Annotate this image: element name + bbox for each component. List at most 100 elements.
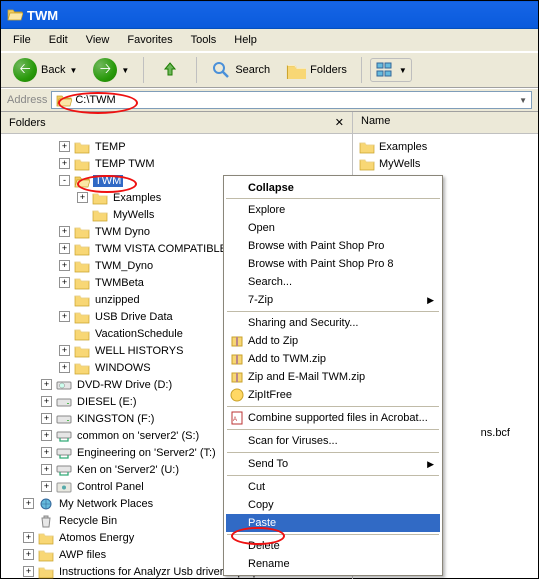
menu-favorites[interactable]: Favorites [121,32,178,48]
ctx-item-open[interactable]: Open [226,219,440,237]
svg-text:A: A [233,417,237,423]
menu-view[interactable]: View [80,32,116,48]
recycle-icon [38,514,54,528]
tree-node[interactable]: +TEMP [5,138,352,155]
folder-icon [74,140,90,154]
expand-icon[interactable]: + [41,430,52,441]
expand-icon[interactable]: + [23,549,34,560]
collapse-icon[interactable]: - [59,175,70,186]
expand-icon[interactable]: + [59,158,70,169]
control-icon [56,480,72,494]
expand-icon[interactable]: + [23,498,34,509]
folder-icon [74,310,90,324]
expand-icon[interactable]: + [59,277,70,288]
ctx-item-send-to[interactable]: Send To▶ [226,455,440,473]
ctx-separator [227,429,439,430]
ctx-item-zip-and-e-mail-twm-zip[interactable]: Zip and E-Mail TWM.zip [226,368,440,386]
list-item[interactable]: Examples [359,138,532,155]
toolbar: 🡠 Back ▼ 🡢 ▼ Search Folders ▼ [1,52,538,88]
expand-icon[interactable]: + [59,226,70,237]
back-button[interactable]: 🡠 Back ▼ [7,55,83,85]
expand-icon[interactable]: + [59,243,70,254]
menu-edit[interactable]: Edit [43,32,74,48]
folder-icon [92,191,108,205]
expand-icon[interactable]: + [77,192,88,203]
zip-icon [229,351,245,367]
ctx-separator [227,475,439,476]
tree-node-label: common on 'server2' (S:) [75,430,201,442]
column-header-name[interactable]: Name [353,112,538,134]
folder-icon [74,157,90,171]
ctx-item-add-to-twm-zip[interactable]: Add to TWM.zip [226,350,440,368]
expand-icon[interactable]: + [41,447,52,458]
close-pane-button[interactable]: ✕ [335,116,344,129]
folder-icon [92,208,108,222]
views-button[interactable]: ▼ [370,58,412,82]
list-item[interactable]: MyWells [359,155,532,172]
folder-icon [74,259,90,273]
context-menu: CollapseExploreOpenBrowse with Paint Sho… [223,175,443,576]
address-label: Address [7,94,47,106]
ctx-item-scan-for-viruses[interactable]: Scan for Viruses... [226,432,440,450]
tree-node-label: Atomos Energy [57,532,136,544]
folder-icon [74,293,90,307]
ctx-item-zipitfree[interactable]: ZipItFree [226,386,440,404]
spacer [77,209,88,220]
folders-button[interactable]: Folders [280,58,353,82]
views-icon [375,61,395,79]
ctx-item-combine-supported-files-in-acrobat[interactable]: ACombine supported files in Acrobat... [226,409,440,427]
expand-icon[interactable]: + [41,464,52,475]
search-icon [211,60,231,80]
ctx-item-search[interactable]: Search... [226,273,440,291]
tree-node-label: TWM Dyno [93,226,152,238]
ctx-item-rename[interactable]: Rename [226,555,440,573]
ctx-separator [227,534,439,535]
search-button[interactable]: Search [205,57,276,83]
tree-node-label: Examples [111,192,163,204]
folder-open-icon [74,174,90,188]
address-field[interactable]: C:\TWM ▼ [51,91,532,109]
drive-icon [56,395,72,409]
drive-net-icon [56,429,72,443]
zipfree-icon [229,387,245,403]
expand-icon[interactable]: + [59,260,70,271]
ctx-item-7-zip[interactable]: 7-Zip▶ [226,291,440,309]
expand-icon[interactable]: + [59,345,70,356]
tree-node-label: DIESEL (E:) [75,396,139,408]
tree-node-label: TWMBeta [93,277,146,289]
tree-node-label: WINDOWS [93,362,153,374]
folder-icon [56,93,72,107]
ctx-item-copy[interactable]: Copy [226,496,440,514]
ctx-item-add-to-zip[interactable]: Add to Zip [226,332,440,350]
expand-icon[interactable]: + [59,311,70,322]
expand-icon[interactable]: + [59,362,70,373]
ctx-item-delete[interactable]: Delete [226,537,440,555]
ctx-item-paste[interactable]: Paste [226,514,440,532]
tree-node[interactable]: +TEMP TWM [5,155,352,172]
expand-icon[interactable]: + [41,481,52,492]
expand-icon[interactable]: + [41,379,52,390]
expand-icon[interactable]: + [41,396,52,407]
ctx-item-sharing-and-security[interactable]: Sharing and Security... [226,314,440,332]
tree-node-label: Control Panel [75,481,146,493]
address-bar: Address C:\TWM ▼ [1,88,538,112]
zip-icon [229,333,245,349]
ctx-item-browse-with-paint-shop-pro-8[interactable]: Browse with Paint Shop Pro 8 [226,255,440,273]
ctx-separator [227,311,439,312]
ctx-item-cut[interactable]: Cut [226,478,440,496]
menu-tools[interactable]: Tools [185,32,223,48]
up-button[interactable] [152,55,188,85]
expand-icon[interactable]: + [41,413,52,424]
tree-node-label: VacationSchedule [93,328,185,340]
expand-icon[interactable]: + [59,141,70,152]
menu-file[interactable]: File [7,32,37,48]
menu-help[interactable]: Help [228,32,263,48]
folder-icon [359,140,375,154]
forward-button[interactable]: 🡢 ▼ [87,55,135,85]
ctx-item-browse-with-paint-shop-pro[interactable]: Browse with Paint Shop Pro [226,237,440,255]
expand-icon[interactable]: + [23,532,34,543]
ctx-item-explore[interactable]: Explore [226,201,440,219]
expand-icon[interactable]: + [23,566,34,577]
tree-node-label: DVD-RW Drive (D:) [75,379,174,391]
tree-node-label: Recycle Bin [57,515,119,527]
